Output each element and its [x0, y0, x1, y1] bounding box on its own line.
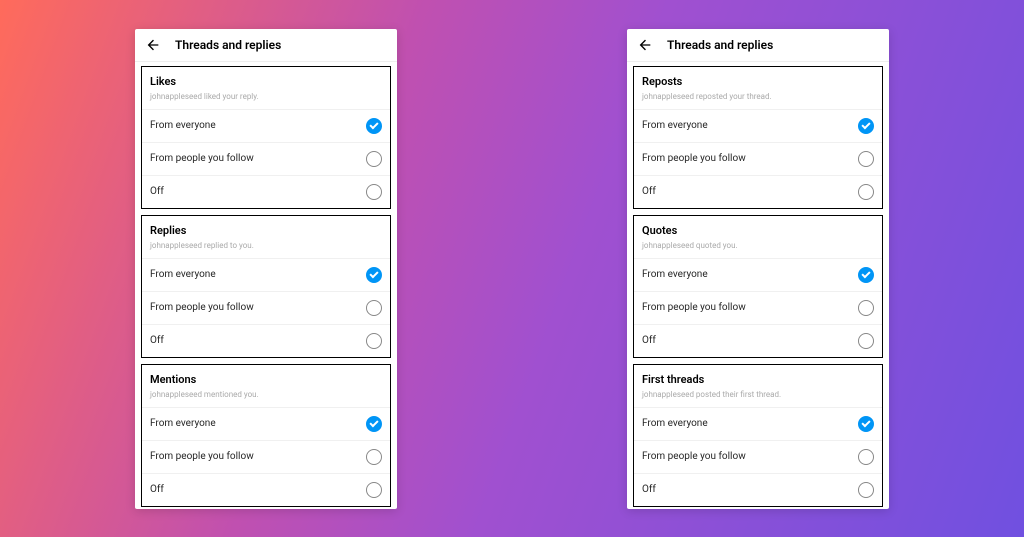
option-label: Off [150, 484, 164, 495]
radio-unselected-icon [858, 333, 874, 349]
arrow-left-icon [637, 37, 653, 53]
radio-selected-icon [858, 118, 874, 134]
section-quotes: Quotes johnappleseed quoted you. From ev… [633, 215, 883, 358]
option-off[interactable]: Off [142, 473, 390, 506]
section-title: Replies [142, 216, 390, 241]
option-label: From everyone [150, 418, 216, 429]
header: Threads and replies [627, 29, 889, 62]
option-label: From people you follow [642, 153, 746, 164]
section-title: Likes [142, 67, 390, 92]
section-desc: johnappleseed posted their first thread. [634, 390, 882, 407]
settings-screen-left: Threads and replies Likes johnappleseed … [135, 29, 397, 509]
radio-unselected-icon [366, 333, 382, 349]
radio-unselected-icon [366, 449, 382, 465]
section-title: First threads [634, 365, 882, 390]
option-from-following[interactable]: From people you follow [142, 142, 390, 175]
option-from-everyone[interactable]: From everyone [142, 109, 390, 142]
radio-unselected-icon [858, 151, 874, 167]
content-left: Likes johnappleseed liked your reply. Fr… [135, 62, 397, 509]
radio-unselected-icon [858, 300, 874, 316]
option-label: From people you follow [150, 153, 254, 164]
option-from-following[interactable]: From people you follow [142, 440, 390, 473]
settings-screen-right: Threads and replies Reposts johnapplesee… [627, 29, 889, 509]
option-from-following[interactable]: From people you follow [634, 142, 882, 175]
section-desc: johnappleseed reposted your thread. [634, 92, 882, 109]
option-label: Off [150, 186, 164, 197]
radio-selected-icon [366, 118, 382, 134]
option-off[interactable]: Off [634, 324, 882, 357]
section-title: Quotes [634, 216, 882, 241]
section-desc: johnappleseed mentioned you. [142, 390, 390, 407]
section-reposts: Reposts johnappleseed reposted your thre… [633, 66, 883, 209]
section-desc: johnappleseed replied to you. [142, 241, 390, 258]
section-title: Reposts [634, 67, 882, 92]
arrow-left-icon [145, 37, 161, 53]
section-desc: johnappleseed quoted you. [634, 241, 882, 258]
option-from-everyone[interactable]: From everyone [142, 258, 390, 291]
option-label: From everyone [642, 418, 708, 429]
option-label: Off [642, 186, 656, 197]
radio-selected-icon [858, 267, 874, 283]
option-label: From everyone [642, 269, 708, 280]
page-title: Threads and replies [667, 38, 773, 52]
option-off[interactable]: Off [142, 324, 390, 357]
option-from-everyone[interactable]: From everyone [634, 407, 882, 440]
option-label: Off [642, 484, 656, 495]
radio-unselected-icon [366, 184, 382, 200]
section-desc: johnappleseed liked your reply. [142, 92, 390, 109]
radio-unselected-icon [858, 449, 874, 465]
radio-unselected-icon [858, 184, 874, 200]
option-label: From everyone [150, 269, 216, 280]
option-from-everyone[interactable]: From everyone [634, 109, 882, 142]
option-from-following[interactable]: From people you follow [634, 291, 882, 324]
option-label: Off [642, 335, 656, 346]
option-off[interactable]: Off [634, 473, 882, 506]
header: Threads and replies [135, 29, 397, 62]
option-label: From people you follow [642, 451, 746, 462]
option-off[interactable]: Off [142, 175, 390, 208]
option-from-everyone[interactable]: From everyone [142, 407, 390, 440]
back-button[interactable] [145, 37, 161, 53]
option-label: From people you follow [150, 451, 254, 462]
option-from-following[interactable]: From people you follow [634, 440, 882, 473]
section-first-threads: First threads johnappleseed posted their… [633, 364, 883, 507]
radio-unselected-icon [366, 151, 382, 167]
option-from-everyone[interactable]: From everyone [634, 258, 882, 291]
radio-unselected-icon [858, 482, 874, 498]
page-title: Threads and replies [175, 38, 281, 52]
back-button[interactable] [637, 37, 653, 53]
section-title: Mentions [142, 365, 390, 390]
option-label: From everyone [642, 120, 708, 131]
content-right: Reposts johnappleseed reposted your thre… [627, 62, 889, 509]
option-label: Off [150, 335, 164, 346]
option-label: From everyone [150, 120, 216, 131]
radio-unselected-icon [366, 300, 382, 316]
section-replies: Replies johnappleseed replied to you. Fr… [141, 215, 391, 358]
option-label: From people you follow [150, 302, 254, 313]
option-from-following[interactable]: From people you follow [142, 291, 390, 324]
radio-selected-icon [366, 267, 382, 283]
radio-selected-icon [858, 416, 874, 432]
radio-selected-icon [366, 416, 382, 432]
option-off[interactable]: Off [634, 175, 882, 208]
radio-unselected-icon [366, 482, 382, 498]
option-label: From people you follow [642, 302, 746, 313]
section-likes: Likes johnappleseed liked your reply. Fr… [141, 66, 391, 209]
section-mentions: Mentions johnappleseed mentioned you. Fr… [141, 364, 391, 507]
